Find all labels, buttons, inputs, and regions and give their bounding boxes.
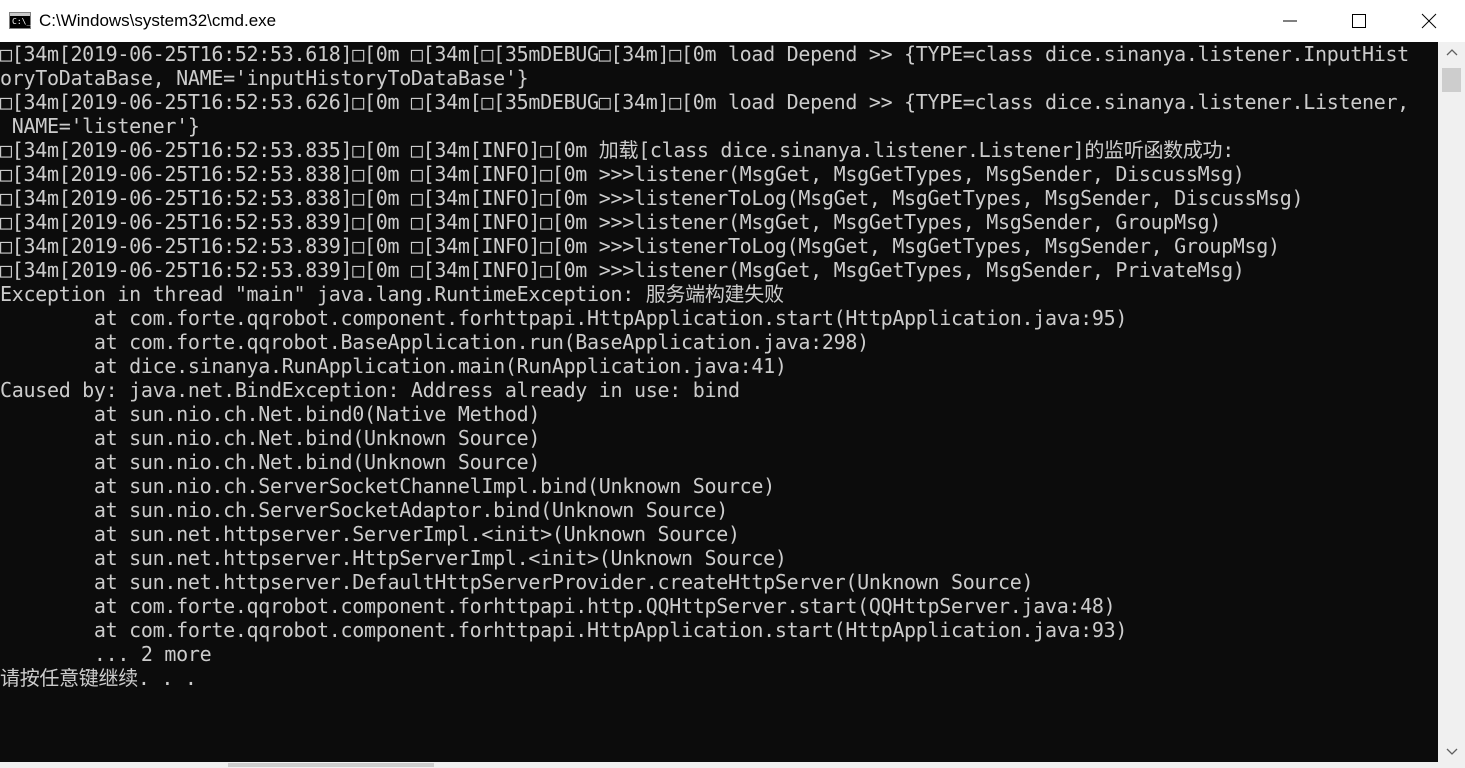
cmd-icon: C:\_	[9, 12, 31, 29]
title-bar[interactable]: C:\_ C:\Windows\system32\cmd.exe	[0, 0, 1465, 42]
console-line: at com.forte.qqrobot.BaseApplication.run…	[0, 330, 869, 354]
console-line: at sun.net.httpserver.DefaultHttpServerP…	[0, 570, 1034, 594]
scroll-down-button[interactable]	[1438, 742, 1465, 762]
console-line: at sun.net.httpserver.ServerImpl.<init>(…	[0, 522, 740, 546]
console-line: □[34m[2019-06-25T16:52:53.839]□[0m □[34m…	[0, 210, 1222, 234]
console-line: □[34m[2019-06-25T16:52:53.835]□[0m □[34m…	[0, 138, 1234, 162]
console-line: □[34m[2019-06-25T16:52:53.626]□[0m □[34m…	[0, 90, 1409, 114]
maximize-button[interactable]	[1324, 0, 1394, 42]
console-line: at sun.nio.ch.Net.bind(Unknown Source)	[0, 450, 541, 474]
console-line: at com.forte.qqrobot.component.forhttpap…	[0, 306, 1128, 330]
close-icon	[1421, 13, 1437, 29]
console-line: at com.forte.qqrobot.component.forhttpap…	[0, 594, 1116, 618]
console-line: at dice.sinanya.RunApplication.main(RunA…	[0, 354, 787, 378]
chevron-up-icon	[1446, 49, 1457, 56]
console-line: at sun.nio.ch.Net.bind(Unknown Source)	[0, 426, 541, 450]
console-line: at sun.nio.ch.ServerSocketAdaptor.bind(U…	[0, 498, 728, 522]
maximize-icon	[1352, 14, 1366, 28]
console-line: NAME='listener'}	[0, 114, 200, 138]
console-line: ... 2 more	[0, 642, 212, 666]
console-line: Exception in thread "main" java.lang.Run…	[0, 282, 784, 306]
console-line: at sun.nio.ch.Net.bind0(Native Method)	[0, 402, 541, 426]
vertical-scrollbar[interactable]	[1438, 42, 1465, 762]
scroll-up-button[interactable]	[1438, 42, 1465, 62]
console-line: at sun.net.httpserver.HttpServerImpl.<in…	[0, 546, 787, 570]
minimize-icon	[1283, 20, 1297, 22]
console-line: Caused by: java.net.BindException: Addre…	[0, 378, 740, 402]
console-line: oryToDataBase, NAME='inputHistoryToDataB…	[0, 66, 529, 90]
console-line: □[34m[2019-06-25T16:52:53.839]□[0m □[34m…	[0, 234, 1280, 258]
scroll-thumb[interactable]	[1442, 68, 1461, 92]
console-line: □[34m[2019-06-25T16:52:53.618]□[0m □[34m…	[0, 42, 1409, 66]
horizontal-scroll-thumb[interactable]	[228, 763, 434, 767]
console-line: □[34m[2019-06-25T16:52:53.838]□[0m □[34m…	[0, 186, 1304, 210]
console-line: at sun.nio.ch.ServerSocketChannelImpl.bi…	[0, 474, 775, 498]
minimize-button[interactable]	[1255, 0, 1325, 42]
console-line: □[34m[2019-06-25T16:52:53.838]□[0m □[34m…	[0, 162, 1245, 186]
close-button[interactable]	[1394, 0, 1464, 42]
console-output[interactable]: □[34m[2019-06-25T16:52:53.618]□[0m □[34m…	[0, 42, 1438, 762]
console-line: □[34m[2019-06-25T16:52:53.839]□[0m □[34m…	[0, 258, 1245, 282]
chevron-down-icon	[1446, 748, 1457, 755]
console-line: at com.forte.qqrobot.component.forhttpap…	[0, 618, 1128, 642]
console-line: 请按任意键继续. . .	[0, 666, 197, 690]
horizontal-scrollbar[interactable]	[0, 762, 1465, 768]
window-title: C:\Windows\system32\cmd.exe	[39, 11, 277, 30]
